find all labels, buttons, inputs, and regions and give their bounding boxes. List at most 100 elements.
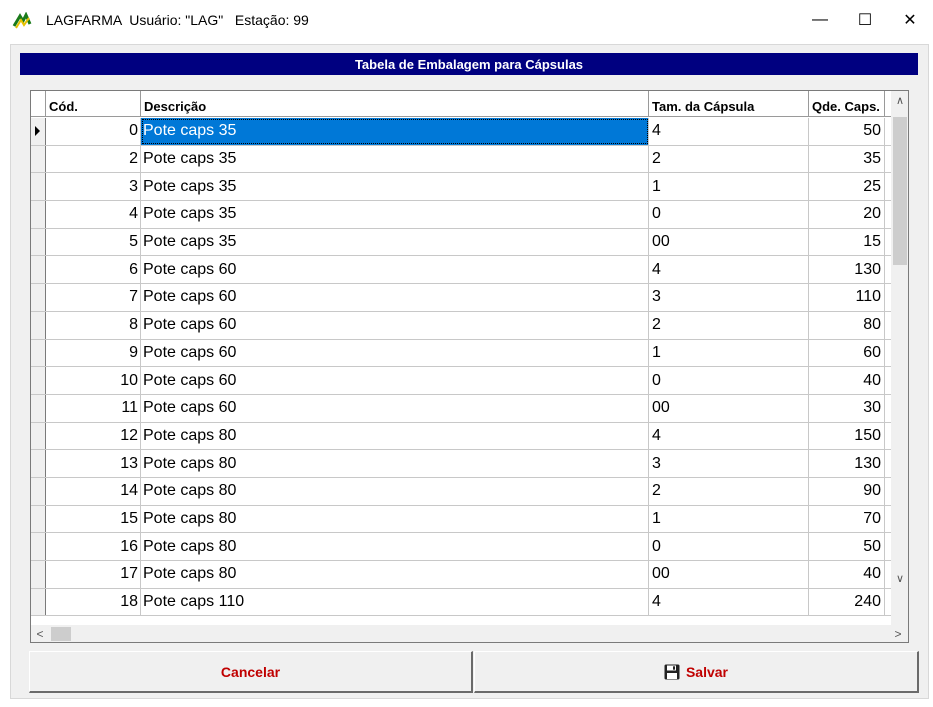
- cell-descricao[interactable]: Pote caps 80: [141, 422, 649, 450]
- row-indicator[interactable]: [31, 311, 46, 339]
- cell-descricao[interactable]: Pote caps 35: [141, 201, 649, 228]
- scroll-right-icon[interactable]: >: [889, 625, 907, 642]
- cell-descricao[interactable]: Pote caps 110: [141, 588, 649, 616]
- row-indicator[interactable]: [31, 422, 46, 450]
- save-button[interactable]: Salvar: [474, 651, 919, 693]
- cell-descricao[interactable]: Pote caps 60: [141, 394, 649, 422]
- cell-quantidade[interactable]: 80: [809, 311, 885, 339]
- row-indicator[interactable]: [31, 145, 46, 173]
- cell-cod[interactable]: 10: [46, 367, 141, 394]
- cell-cod[interactable]: 18: [46, 588, 141, 616]
- cell-cod[interactable]: 0: [46, 118, 141, 145]
- cell-quantidade[interactable]: 50: [809, 533, 885, 560]
- table-row[interactable]: 15 Pote caps 80 1 70: [31, 505, 908, 534]
- cell-tamanho[interactable]: 3: [649, 284, 809, 311]
- cell-quantidade[interactable]: 150: [809, 422, 885, 450]
- cell-cod[interactable]: 16: [46, 533, 141, 560]
- cell-quantidade[interactable]: 35: [809, 145, 885, 173]
- cell-quantidade[interactable]: 60: [809, 339, 885, 367]
- column-header-descricao[interactable]: Descrição: [141, 91, 649, 116]
- cell-descricao[interactable]: Pote caps 80: [141, 533, 649, 560]
- cell-quantidade[interactable]: 15: [809, 228, 885, 256]
- cell-quantidade[interactable]: 70: [809, 505, 885, 533]
- cell-cod[interactable]: 7: [46, 284, 141, 311]
- vertical-scrollbar[interactable]: ∧ ∨: [891, 91, 908, 625]
- column-header-tamanho[interactable]: Tam. da Cápsula: [649, 91, 809, 116]
- table-row[interactable]: 13 Pote caps 80 3 130: [31, 450, 908, 478]
- packaging-grid[interactable]: Cód. Descrição Tam. da Cápsula Qde. Caps…: [30, 90, 909, 643]
- cell-quantidade[interactable]: 40: [809, 561, 885, 588]
- horizontal-scrollbar[interactable]: < >: [31, 625, 908, 642]
- column-header-quantidade[interactable]: Qde. Caps.: [809, 91, 885, 116]
- cell-descricao[interactable]: Pote caps 35: [141, 173, 649, 201]
- table-row[interactable]: 4 Pote caps 35 0 20: [31, 201, 908, 229]
- column-header-cod[interactable]: Cód.: [46, 91, 141, 116]
- cell-cod[interactable]: 3: [46, 173, 141, 201]
- cell-cod[interactable]: 4: [46, 201, 141, 228]
- row-indicator[interactable]: [31, 505, 46, 533]
- cell-tamanho[interactable]: 2: [649, 145, 809, 173]
- cell-cod[interactable]: 12: [46, 422, 141, 450]
- cell-cod[interactable]: 8: [46, 311, 141, 339]
- table-row[interactable]: 11 Pote caps 60 00 30: [31, 394, 908, 423]
- cell-descricao[interactable]: Pote caps 60: [141, 339, 649, 367]
- cell-descricao[interactable]: Pote caps 35: [141, 118, 649, 145]
- cell-quantidade[interactable]: 240: [809, 588, 885, 616]
- cell-descricao[interactable]: Pote caps 80: [141, 561, 649, 588]
- cell-tamanho[interactable]: 4: [649, 256, 809, 284]
- vertical-scroll-thumb[interactable]: [893, 117, 907, 265]
- cell-quantidade[interactable]: 130: [809, 450, 885, 477]
- cell-cod[interactable]: 11: [46, 394, 141, 422]
- table-row[interactable]: 9 Pote caps 60 1 60: [31, 339, 908, 368]
- row-indicator[interactable]: [31, 201, 46, 228]
- cell-quantidade[interactable]: 130: [809, 256, 885, 284]
- scroll-up-icon[interactable]: ∧: [891, 91, 908, 109]
- minimize-button[interactable]: —: [797, 0, 843, 40]
- cell-quantidade[interactable]: 20: [809, 201, 885, 228]
- row-indicator[interactable]: [31, 450, 46, 477]
- cell-tamanho[interactable]: 2: [649, 477, 809, 505]
- row-indicator[interactable]: [31, 533, 46, 560]
- cell-cod[interactable]: 9: [46, 339, 141, 367]
- table-row[interactable]: 8 Pote caps 60 2 80: [31, 311, 908, 340]
- row-indicator[interactable]: [31, 118, 46, 145]
- row-indicator[interactable]: [31, 256, 46, 284]
- cell-tamanho[interactable]: 2: [649, 311, 809, 339]
- row-indicator[interactable]: [31, 173, 46, 201]
- cell-tamanho[interactable]: 0: [649, 201, 809, 228]
- table-row[interactable]: 7 Pote caps 60 3 110: [31, 284, 908, 312]
- cell-descricao[interactable]: Pote caps 60: [141, 367, 649, 394]
- table-row[interactable]: 3 Pote caps 35 1 25: [31, 173, 908, 202]
- cancel-button[interactable]: Cancelar: [29, 651, 473, 693]
- table-row[interactable]: 17 Pote caps 80 00 40: [31, 561, 908, 589]
- scroll-down-icon[interactable]: ∨: [891, 569, 908, 587]
- cell-quantidade[interactable]: 110: [809, 284, 885, 311]
- cell-quantidade[interactable]: 90: [809, 477, 885, 505]
- cell-descricao[interactable]: Pote caps 80: [141, 450, 649, 477]
- cell-cod[interactable]: 2: [46, 145, 141, 173]
- cell-cod[interactable]: 5: [46, 228, 141, 256]
- cell-tamanho[interactable]: 4: [649, 422, 809, 450]
- close-button[interactable]: ✕: [887, 0, 933, 40]
- cell-quantidade[interactable]: 30: [809, 394, 885, 422]
- cell-tamanho[interactable]: 0: [649, 533, 809, 560]
- maximize-button[interactable]: ☐: [842, 0, 888, 40]
- table-row[interactable]: 6 Pote caps 60 4 130: [31, 256, 908, 285]
- row-indicator[interactable]: [31, 561, 46, 588]
- row-indicator[interactable]: [31, 394, 46, 422]
- table-row[interactable]: 2 Pote caps 35 2 35: [31, 145, 908, 174]
- cell-tamanho[interactable]: 00: [649, 394, 809, 422]
- scroll-left-icon[interactable]: <: [31, 625, 49, 642]
- cell-cod[interactable]: 13: [46, 450, 141, 477]
- row-indicator[interactable]: [31, 477, 46, 505]
- cell-quantidade[interactable]: 25: [809, 173, 885, 201]
- cell-descricao[interactable]: Pote caps 60: [141, 284, 649, 311]
- cell-tamanho[interactable]: 4: [649, 118, 809, 145]
- table-row[interactable]: 12 Pote caps 80 4 150: [31, 422, 908, 451]
- cell-cod[interactable]: 17: [46, 561, 141, 588]
- table-row[interactable]: 5 Pote caps 35 00 15: [31, 228, 908, 257]
- cell-tamanho[interactable]: 1: [649, 505, 809, 533]
- cell-cod[interactable]: 15: [46, 505, 141, 533]
- cell-quantidade[interactable]: 50: [809, 118, 885, 145]
- horizontal-scroll-thumb[interactable]: [51, 627, 71, 641]
